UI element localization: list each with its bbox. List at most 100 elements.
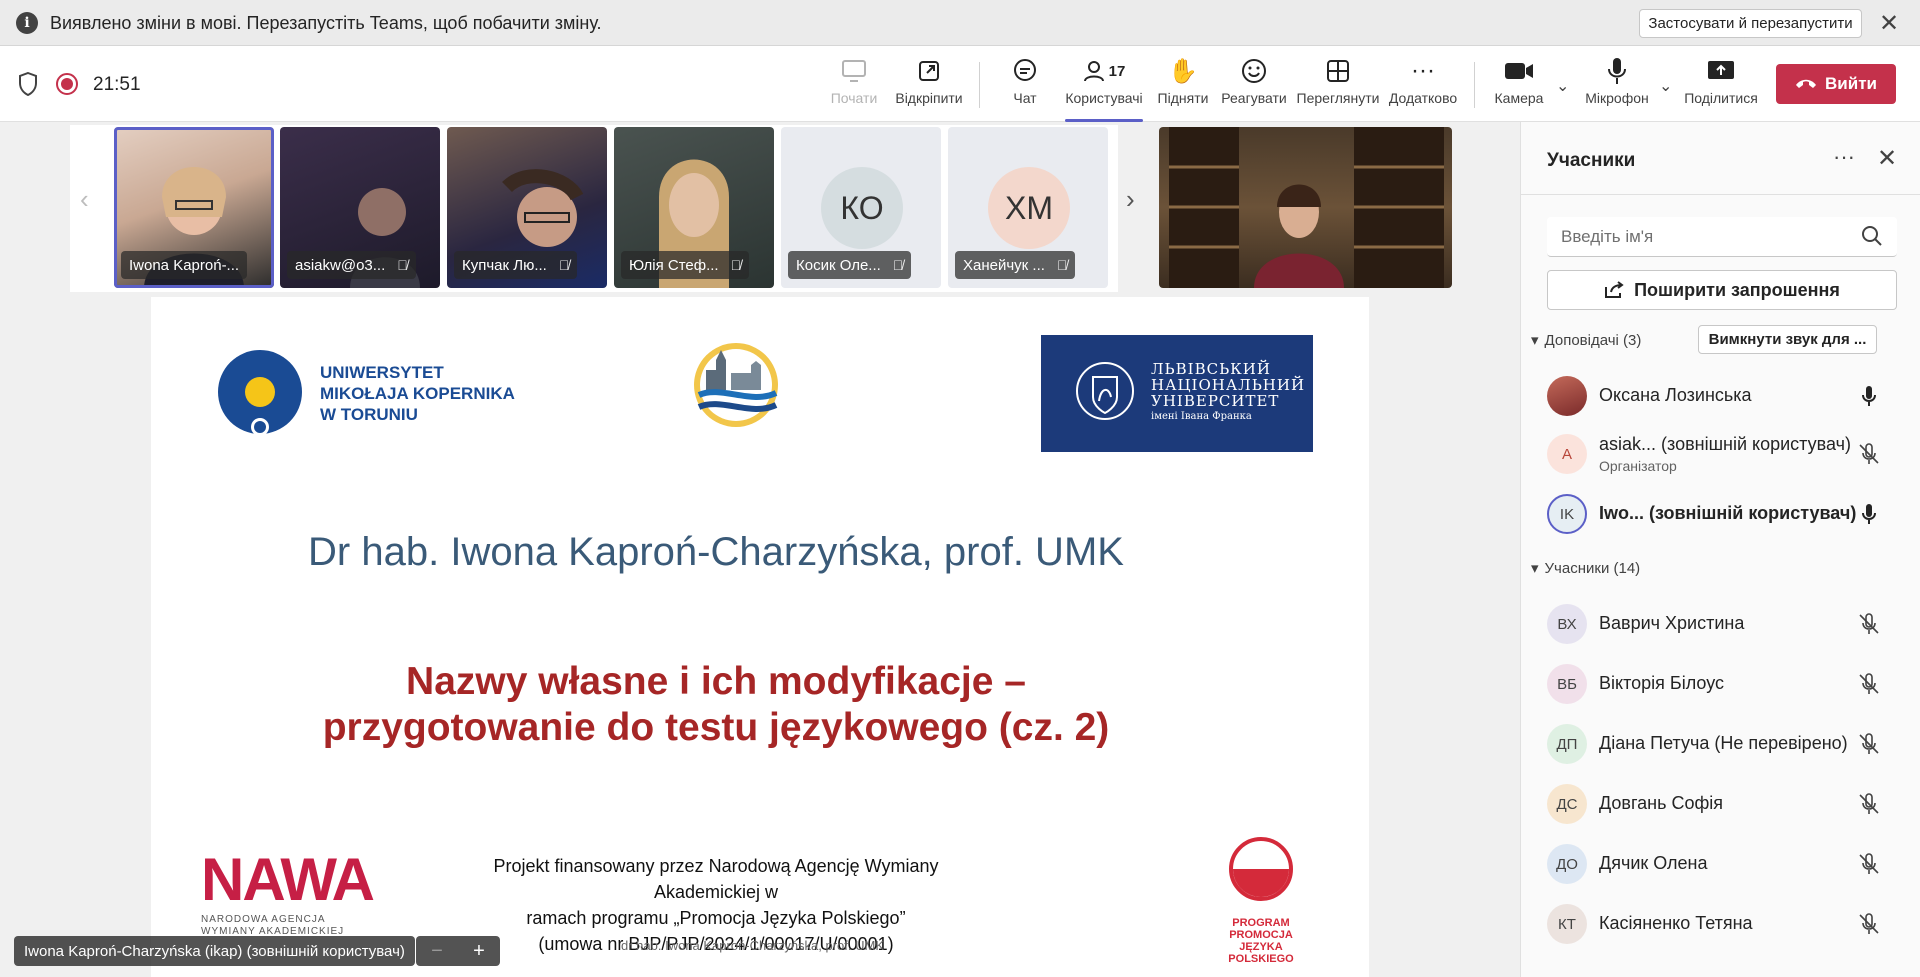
slide-title: Nazwy własne i ich modyfikacje – przygoto… (322, 660, 1110, 749)
video-tile[interactable]: Юлія Стеф... 🎙̸ (614, 127, 774, 288)
video-tile[interactable]: ХМ Ханейчук ... 🎙̸ (948, 127, 1108, 288)
microphone-icon (1862, 504, 1876, 524)
zoom-out-icon[interactable]: − (431, 940, 443, 963)
people-button[interactable]: 17 Користувачі (1065, 54, 1143, 122)
participants-panel: Учасники ··· ✕ Поширити запрошення ▾ Доп… (1520, 122, 1920, 977)
bookshelf-background-video (1169, 127, 1444, 288)
apply-restart-button[interactable]: Застосувати й перезапустити (1639, 9, 1862, 38)
participant-row[interactable]: ВБ Вікторія Білоус (1521, 656, 1920, 712)
participant-row[interactable]: ДО Дячик Олена (1521, 836, 1920, 892)
avatar: ВХ (1547, 604, 1587, 644)
start-label: Почати (830, 90, 878, 106)
strip-next-chevron-icon[interactable]: › (1126, 184, 1135, 215)
chevron-down-icon: ▾ (1531, 560, 1539, 577)
phone-hangup-icon (1795, 74, 1817, 94)
nawa-logo: NAWA NARODOWA AGENCJA WYMIANY AKADEMICKI… (201, 846, 375, 937)
more-options-icon[interactable]: ··· (1833, 144, 1855, 170)
avatar: ДП (1547, 724, 1587, 764)
tile-name-label: Ханейчук ... 🎙̸ (955, 251, 1076, 279)
meeting-timer: 21:51 (93, 74, 141, 95)
share-label: Поділитися (1684, 90, 1758, 106)
attendees-section-toggle[interactable]: ▾ Учасники (14) (1531, 559, 1641, 578)
panel-title: Учасники (1547, 150, 1636, 171)
tile-name-label: Юлія Стеф... 🎙̸ (621, 251, 750, 279)
mute-all-button[interactable]: Вимкнути звук для ... (1698, 325, 1877, 354)
info-icon: i (16, 12, 38, 34)
search-input[interactable] (1547, 217, 1897, 257)
share-button[interactable]: Поділитися (1684, 54, 1758, 116)
mic-options-chevron-icon[interactable]: ⌄ (1659, 76, 1672, 96)
popout-button[interactable]: Відкріпити (895, 54, 963, 116)
video-tile[interactable]: Iwona Kaproń-... (114, 127, 274, 288)
share-arrow-icon (1605, 281, 1624, 298)
people-count: 17 (1108, 62, 1126, 80)
mic-off-icon: 🎙̸ (1056, 257, 1068, 273)
view-button[interactable]: Переглянути (1296, 54, 1380, 116)
camera-icon (1504, 54, 1534, 88)
video-tile[interactable]: Купчак Лю... 🎙̸ (447, 127, 607, 288)
more-label: Додатково (1388, 90, 1458, 106)
search-icon[interactable] (1861, 225, 1883, 247)
attendees-heading: Учасники (14) (1544, 559, 1641, 577)
share-invite-button[interactable]: Поширити запрошення (1547, 270, 1897, 310)
presenters-heading: Доповідачі (3) (1544, 331, 1642, 349)
avatar: ДС (1547, 784, 1587, 824)
microphone-icon (1862, 386, 1876, 406)
microphone-button[interactable]: Мікрофон (1585, 54, 1649, 116)
raise-hand-button[interactable]: ✋ Підняти (1157, 54, 1209, 116)
participant-row[interactable]: КТ Касіяненко Тетяна (1521, 896, 1920, 952)
participant-name: Iwo... (зовнішній користувач) (1599, 503, 1857, 523)
video-tile[interactable]: asiakw@o3... 🎙̸ (280, 127, 440, 288)
participant-row[interactable]: ДС Довгань Софія (1521, 776, 1920, 832)
leave-button[interactable]: Вийти (1776, 64, 1896, 104)
participant-name: asiak... (зовнішній користувач) (1599, 434, 1851, 454)
participant-row[interactable]: IK Iwo... (зовнішній користувач) (1521, 486, 1920, 542)
avatar: ХМ (988, 167, 1070, 249)
mic-off-icon: 🎙̸ (558, 257, 570, 273)
participant-name: Ваврич Христина (1599, 613, 1745, 633)
chat-button[interactable]: Чат (1010, 54, 1040, 116)
close-panel-icon[interactable]: ✕ (1877, 144, 1897, 173)
presenter-name-tag: Iwona Kaproń-Charzyńska (ikap) (зовнішні… (14, 936, 415, 966)
react-button[interactable]: Реагувати (1221, 54, 1287, 116)
participant-row[interactable]: Оксана Лозинська (1521, 368, 1920, 424)
participant-row[interactable]: ВХ Ваврич Христина (1521, 596, 1920, 652)
panel-divider (1521, 194, 1920, 195)
presenters-section-toggle[interactable]: ▾ Доповідачі (3) (1531, 331, 1642, 350)
avatar: ВБ (1547, 664, 1587, 704)
zoom-controls: − + (416, 936, 500, 966)
popout-label: Відкріпити (895, 90, 963, 106)
view-label: Переглянути (1296, 90, 1380, 106)
meeting-stage: ‹ Iwona Kaproń-... asiakw@o3... 🎙̸ Купчак… (0, 122, 1520, 977)
more-button[interactable]: ··· Додатково (1389, 54, 1457, 116)
microphone-icon (1607, 54, 1627, 88)
crest-icon (1076, 362, 1134, 420)
participant-row[interactable]: ДП Діана Петуча (Не перевірено) (1521, 716, 1920, 772)
camera-button[interactable]: Камера (1494, 54, 1544, 116)
leave-label: Вийти (1825, 74, 1877, 93)
slide-author: Dr hab. Iwona Kaproń-Charzyńska, prof. U… (308, 530, 1124, 574)
banner-message: Виявлено зміни в мові. Перезапустіть Tea… (50, 13, 602, 33)
mic-label: Мікрофон (1585, 90, 1649, 106)
participant-row[interactable]: A asiak... (зовнішній користувач) Органі… (1521, 426, 1920, 482)
zoom-in-icon[interactable]: + (473, 940, 485, 963)
toolbar-divider (979, 62, 980, 108)
shield-icon[interactable] (18, 72, 38, 96)
participant-name: Вікторія Білоус (1599, 673, 1725, 693)
umk-name: UNIWERSYTET MIKOŁAJA KOPERNIKA W TORUNIU (320, 363, 515, 424)
ppjp-logo: PROGRAM PROMOCJA JĘZYKA POLSKIEGO (1206, 837, 1316, 965)
self-video-tile[interactable] (1159, 127, 1452, 288)
people-label: Користувачі (1065, 90, 1143, 106)
participant-name: Діана Петуча (Не перевірено) (1599, 733, 1848, 753)
chat-label: Чат (1013, 90, 1037, 106)
close-icon[interactable]: ✕ (1876, 10, 1902, 37)
strip-prev-chevron-icon[interactable]: ‹ (80, 184, 89, 215)
start-button[interactable]: Почати (829, 54, 879, 116)
lviv-university-logo: ЛЬВІВСЬКИЙ НАЦІОНАЛЬНИЙ УНІВЕРСИТЕТ імені … (1041, 335, 1313, 452)
mic-off-icon (1859, 793, 1879, 814)
video-tile[interactable]: КО Косик Оле... 🎙̸ (781, 127, 941, 288)
language-change-banner: i Виявлено зміни в мові. Перезапустіть T… (0, 0, 1920, 46)
camera-options-chevron-icon[interactable]: ⌄ (1556, 76, 1569, 96)
raise-label: Підняти (1157, 90, 1209, 106)
chat-icon (1012, 54, 1038, 88)
